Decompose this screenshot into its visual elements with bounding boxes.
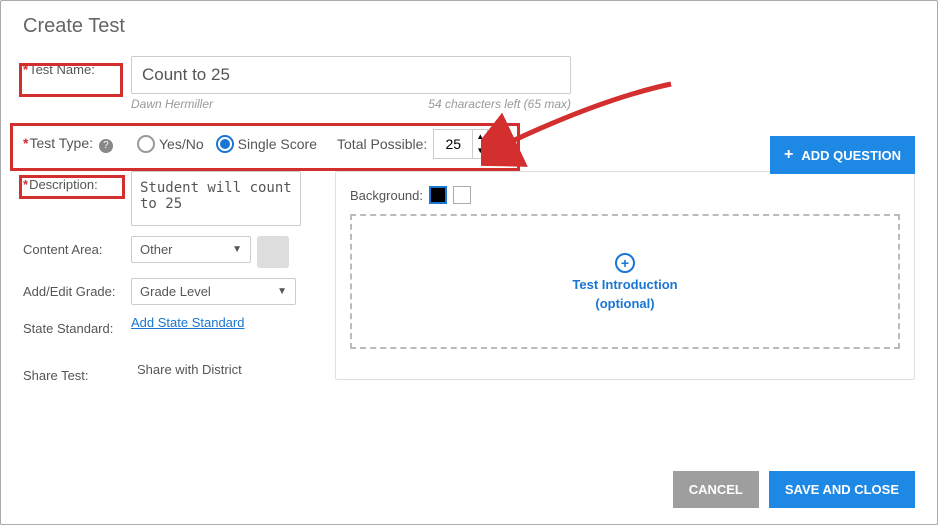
caret-down-icon: ▼	[232, 244, 242, 255]
right-column: Background: + Test Introduction (optiona…	[335, 171, 915, 393]
state-standard-row: State Standard: Add State Standard	[23, 315, 323, 336]
plus-icon: +	[615, 253, 635, 273]
background-swatch-black[interactable]	[429, 186, 447, 204]
radio-single-score[interactable]: Single Score	[216, 135, 317, 153]
save-button[interactable]: SAVE AND CLOSE	[769, 471, 915, 508]
create-test-dialog: Create Test *Test Name: Dawn Hermiller 5…	[0, 0, 938, 525]
content-area-add-button[interactable]	[257, 236, 289, 268]
background-row: Background:	[350, 186, 900, 204]
background-label: Background:	[350, 188, 423, 203]
test-name-meta: Dawn Hermiller 54 characters left (65 ma…	[131, 97, 571, 111]
radio-single-input[interactable]	[216, 135, 234, 153]
plus-icon: +	[784, 146, 793, 164]
caret-down-icon: ▼	[277, 286, 287, 297]
grade-label: Add/Edit Grade:	[23, 278, 131, 299]
form-area: *Description: Content Area: Other ▼ Add/…	[23, 171, 915, 393]
add-state-standard-link[interactable]: Add State Standard	[131, 315, 244, 330]
char-counter: 54 characters left (65 max)	[428, 97, 571, 111]
right-panel: Background: + Test Introduction (optiona…	[335, 171, 915, 380]
test-name-row: *Test Name: Dawn Hermiller 54 characters…	[23, 56, 915, 119]
grade-row: Add/Edit Grade: Grade Level ▼	[23, 278, 323, 305]
left-column: *Description: Content Area: Other ▼ Add/…	[23, 171, 323, 393]
test-name-input[interactable]	[131, 56, 571, 94]
add-question-button[interactable]: + ADD QUESTION	[770, 136, 915, 174]
author-name: Dawn Hermiller	[131, 97, 213, 111]
spinner-up[interactable]: ▲	[473, 130, 487, 144]
test-introduction-box[interactable]: + Test Introduction (optional)	[350, 214, 900, 349]
help-icon[interactable]: ?	[99, 139, 113, 153]
grade-select[interactable]: Grade Level ▼	[131, 278, 296, 305]
share-test-row: Share Test: Share with District	[23, 362, 323, 383]
page-title: Create Test	[23, 15, 915, 38]
share-district-label: Share with District	[137, 362, 242, 377]
spinner-down[interactable]: ▼	[473, 144, 487, 158]
content-area-select[interactable]: Other ▼	[131, 236, 251, 263]
content-area-label: Content Area:	[23, 236, 131, 257]
total-possible-spinner[interactable]: ▲ ▼	[433, 129, 488, 159]
share-test-label: Share Test:	[23, 362, 131, 383]
dialog-footer: CANCEL SAVE AND CLOSE	[673, 471, 915, 508]
description-input[interactable]	[131, 171, 301, 226]
cancel-button[interactable]: CANCEL	[673, 471, 759, 508]
total-possible-label: Total Possible:	[337, 136, 427, 152]
description-label: *Description:	[23, 171, 131, 192]
test-name-label: *Test Name:	[23, 56, 131, 77]
radio-yesno[interactable]: Yes/No	[137, 135, 204, 153]
test-type-label: *Test Type: ?	[23, 135, 131, 153]
radio-yesno-input[interactable]	[137, 135, 155, 153]
required-star: *	[23, 62, 28, 77]
total-possible-input[interactable]	[434, 136, 472, 152]
background-swatch-white[interactable]	[453, 186, 471, 204]
content-area-row: Content Area: Other ▼	[23, 236, 323, 268]
state-standard-label: State Standard:	[23, 315, 131, 336]
description-row: *Description:	[23, 171, 323, 226]
